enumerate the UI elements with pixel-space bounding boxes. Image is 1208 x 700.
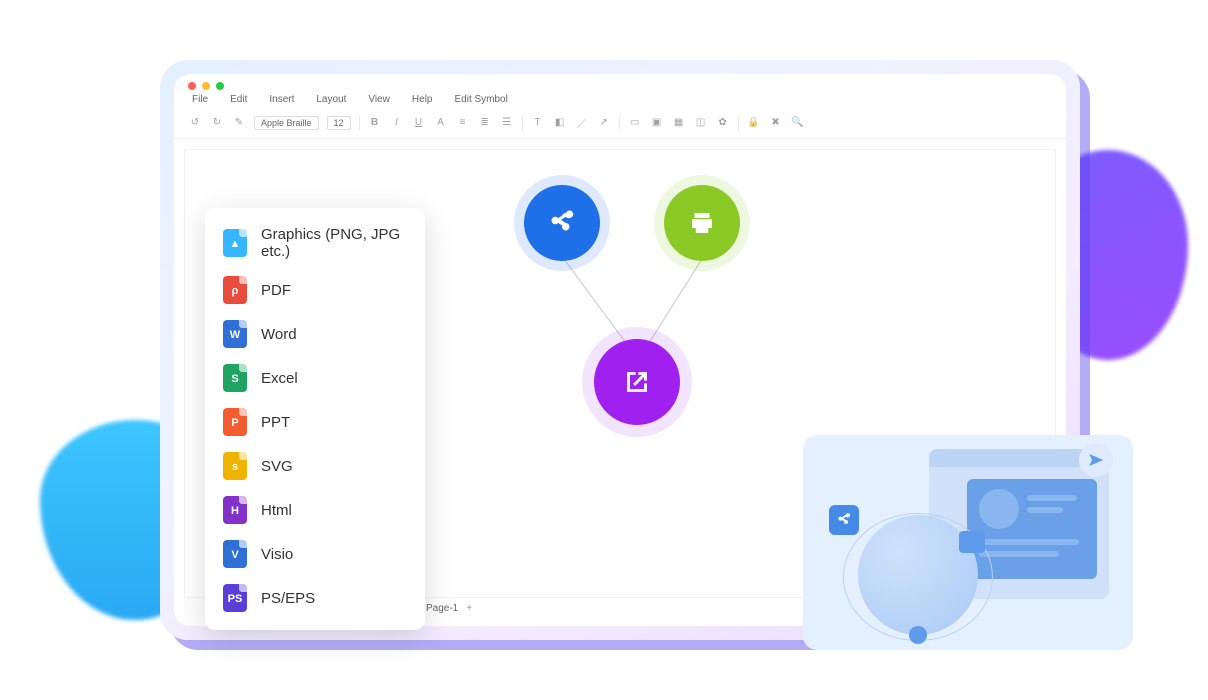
export-option-label: PDF xyxy=(261,282,291,299)
bold-icon[interactable]: B xyxy=(368,117,382,128)
export-option[interactable]: P PPT xyxy=(205,400,425,444)
export-option[interactable]: S Excel xyxy=(205,356,425,400)
line-spacing-icon[interactable]: ≣ xyxy=(478,117,492,128)
format-painter-icon[interactable]: ✎ xyxy=(232,117,246,128)
export-option[interactable]: PS PS/EPS xyxy=(205,576,425,620)
undo-icon[interactable]: ↺ xyxy=(188,117,202,128)
export-option-label: Excel xyxy=(261,370,298,387)
redo-icon[interactable]: ↻ xyxy=(210,117,224,128)
file-type-icon: H xyxy=(223,496,247,524)
export-option[interactable]: s SVG xyxy=(205,444,425,488)
export-icon xyxy=(620,365,654,399)
file-type-icon: P xyxy=(223,408,247,436)
italic-icon[interactable]: I xyxy=(390,117,404,128)
page-tabs: Page-1 + xyxy=(426,603,472,614)
lock-icon[interactable]: 🔒 xyxy=(747,117,761,128)
window-controls xyxy=(174,74,1066,92)
export-option[interactable]: W Word xyxy=(205,312,425,356)
export-option-label: SVG xyxy=(261,458,293,475)
fill-icon[interactable]: ◧ xyxy=(553,117,567,128)
bullets-icon[interactable]: ☰ xyxy=(500,117,514,128)
export-format-menu: ▲ Graphics (PNG, JPG etc.) ρ PDF W Word S Excel… xyxy=(205,208,425,630)
print-icon xyxy=(687,208,717,238)
menu-help[interactable]: Help xyxy=(412,94,433,105)
underline-icon[interactable]: U xyxy=(412,117,426,128)
toolbar-divider xyxy=(522,116,523,130)
settings-icon[interactable]: ✖ xyxy=(769,117,783,128)
menu-edit-symbol[interactable]: Edit Symbol xyxy=(454,94,507,105)
export-option[interactable]: V Visio xyxy=(205,532,425,576)
menubar: File Edit Insert Layout View Help Edit S… xyxy=(174,92,1066,111)
toolbar-divider xyxy=(738,116,739,130)
align-icon[interactable]: ≡ xyxy=(456,117,470,128)
maximize-dot[interactable] xyxy=(216,82,224,90)
toolbar: ↺ ↻ ✎ Apple Braille 12 B I U A ≡ ≣ ☰ T ◧… xyxy=(174,111,1066,139)
font-color-icon[interactable]: A xyxy=(434,117,448,128)
share-badge-icon xyxy=(829,505,859,535)
share-node[interactable] xyxy=(524,185,600,261)
shape-icon[interactable]: ▭ xyxy=(628,117,642,128)
export-option[interactable]: ρ PDF xyxy=(205,268,425,312)
menu-insert[interactable]: Insert xyxy=(269,94,294,105)
menu-edit[interactable]: Edit xyxy=(230,94,247,105)
export-option-label: PPT xyxy=(261,414,290,431)
share-illustration xyxy=(803,435,1133,650)
menu-view[interactable]: View xyxy=(368,94,390,105)
file-type-icon: ρ xyxy=(223,276,247,304)
line-tool-icon[interactable]: ／ xyxy=(575,115,589,130)
export-option[interactable]: ▲ Graphics (PNG, JPG etc.) xyxy=(205,218,425,268)
user-pin-icon xyxy=(909,626,927,644)
file-type-icon: W xyxy=(223,320,247,348)
font-size-select[interactable]: 12 xyxy=(327,116,351,130)
menu-layout[interactable]: Layout xyxy=(316,94,346,105)
file-type-icon: V xyxy=(223,540,247,568)
send-icon xyxy=(1079,443,1113,477)
file-type-icon: PS xyxy=(223,584,247,612)
share-icon xyxy=(547,208,577,238)
print-node[interactable] xyxy=(664,185,740,261)
toolbar-divider xyxy=(619,116,620,130)
close-dot[interactable] xyxy=(188,82,196,90)
add-page-button[interactable]: + xyxy=(466,603,472,614)
chat-bubble-icon xyxy=(959,531,985,553)
export-option-label: Visio xyxy=(261,546,293,563)
export-option-label: Word xyxy=(261,326,297,343)
page-tab[interactable]: Page-1 xyxy=(426,603,458,614)
file-type-icon: s xyxy=(223,452,247,480)
connector-icon[interactable]: ↗ xyxy=(597,117,611,128)
font-family-select[interactable]: Apple Braille xyxy=(254,116,319,130)
toolbar-divider xyxy=(359,116,360,130)
file-type-icon: ▲ xyxy=(223,229,247,257)
export-node[interactable] xyxy=(594,339,680,425)
file-type-icon: S xyxy=(223,364,247,392)
chart-icon[interactable]: ◫ xyxy=(694,117,708,128)
minimize-dot[interactable] xyxy=(202,82,210,90)
export-option-label: Html xyxy=(261,502,292,519)
export-option-label: PS/EPS xyxy=(261,590,315,607)
table-icon[interactable]: ▦ xyxy=(672,117,686,128)
search-icon[interactable]: 🔍 xyxy=(791,117,805,128)
export-option[interactable]: H Html xyxy=(205,488,425,532)
image-icon[interactable]: ▣ xyxy=(650,117,664,128)
menu-file[interactable]: File xyxy=(192,94,208,105)
text-tool-icon[interactable]: T xyxy=(531,117,545,128)
clipart-icon[interactable]: ✿ xyxy=(716,117,730,128)
export-option-label: Graphics (PNG, JPG etc.) xyxy=(261,226,407,260)
